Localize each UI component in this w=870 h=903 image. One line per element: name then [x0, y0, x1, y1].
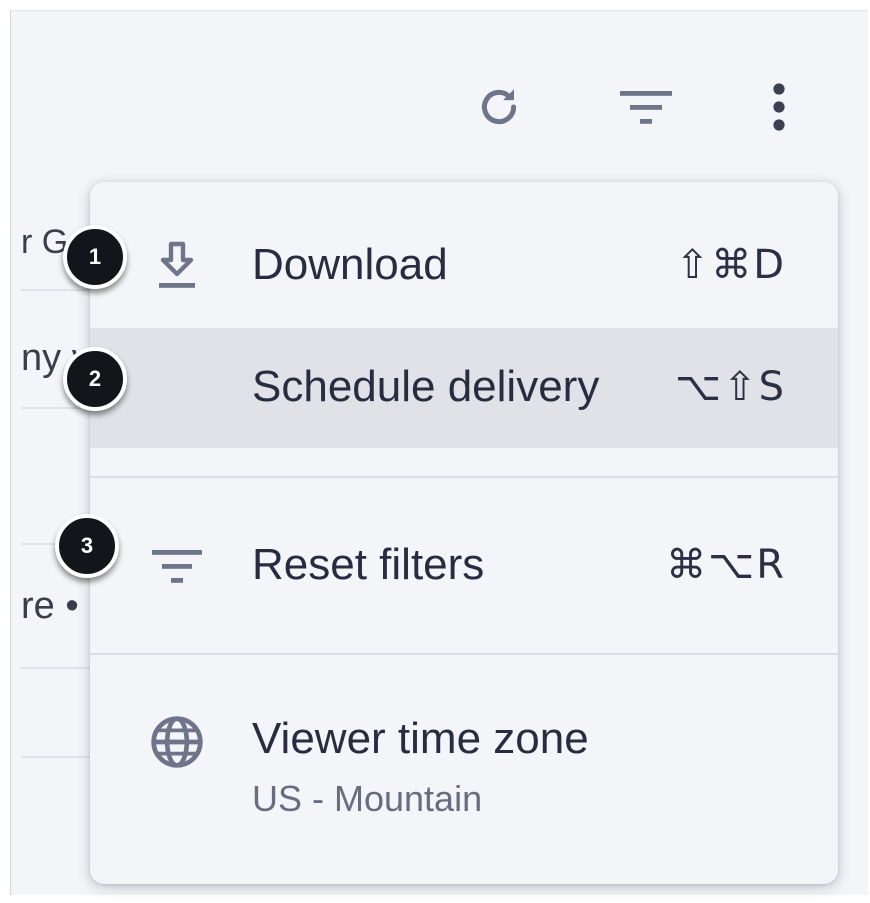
menu-item-reset-filters[interactable]: Reset filters ⌘⌥R: [90, 502, 838, 622]
menu-divider: [90, 653, 838, 655]
callout-badge: 1: [63, 225, 127, 289]
background-divider: [21, 289, 101, 291]
background-divider: [21, 667, 101, 669]
menu-divider: [90, 476, 838, 478]
filter-icon: [145, 534, 209, 598]
menu-item-viewer-time-zone[interactable]: Viewer time zone US - Mountain: [90, 680, 838, 830]
time-zone-value: US - Mountain: [252, 778, 483, 819]
menu-item-label: Download: [252, 240, 448, 289]
refresh-button[interactable]: [471, 81, 527, 137]
keyboard-shortcut: ⌘⌥R: [666, 542, 786, 588]
filter-button[interactable]: [618, 81, 674, 137]
background-text: re •: [21, 585, 79, 627]
background-text: r G: [21, 223, 69, 261]
menu-item-download[interactable]: Download ⇧⌘D: [90, 206, 838, 326]
keyboard-shortcut: ⌥⇧S: [675, 364, 786, 410]
more-options-menu: Download ⇧⌘D Schedule delivery ⌥⇧S Reset…: [90, 182, 838, 884]
menu-item-label: Schedule delivery: [252, 362, 600, 411]
callout-badge: 2: [63, 347, 127, 411]
more-vertical-icon: [771, 82, 787, 137]
callout-badge: 3: [55, 514, 119, 578]
globe-icon: [145, 710, 209, 774]
background-divider: [21, 756, 101, 758]
menu-item-schedule-delivery[interactable]: Schedule delivery ⌥⇧S: [90, 328, 838, 448]
filter-icon: [618, 87, 674, 132]
download-icon: [145, 234, 209, 298]
refresh-icon: [474, 82, 524, 137]
more-options-button[interactable]: [751, 81, 807, 137]
menu-item-label: Reset filters: [252, 540, 485, 589]
menu-item-label: Viewer time zone: [252, 714, 589, 763]
keyboard-shortcut: ⇧⌘D: [675, 242, 786, 288]
